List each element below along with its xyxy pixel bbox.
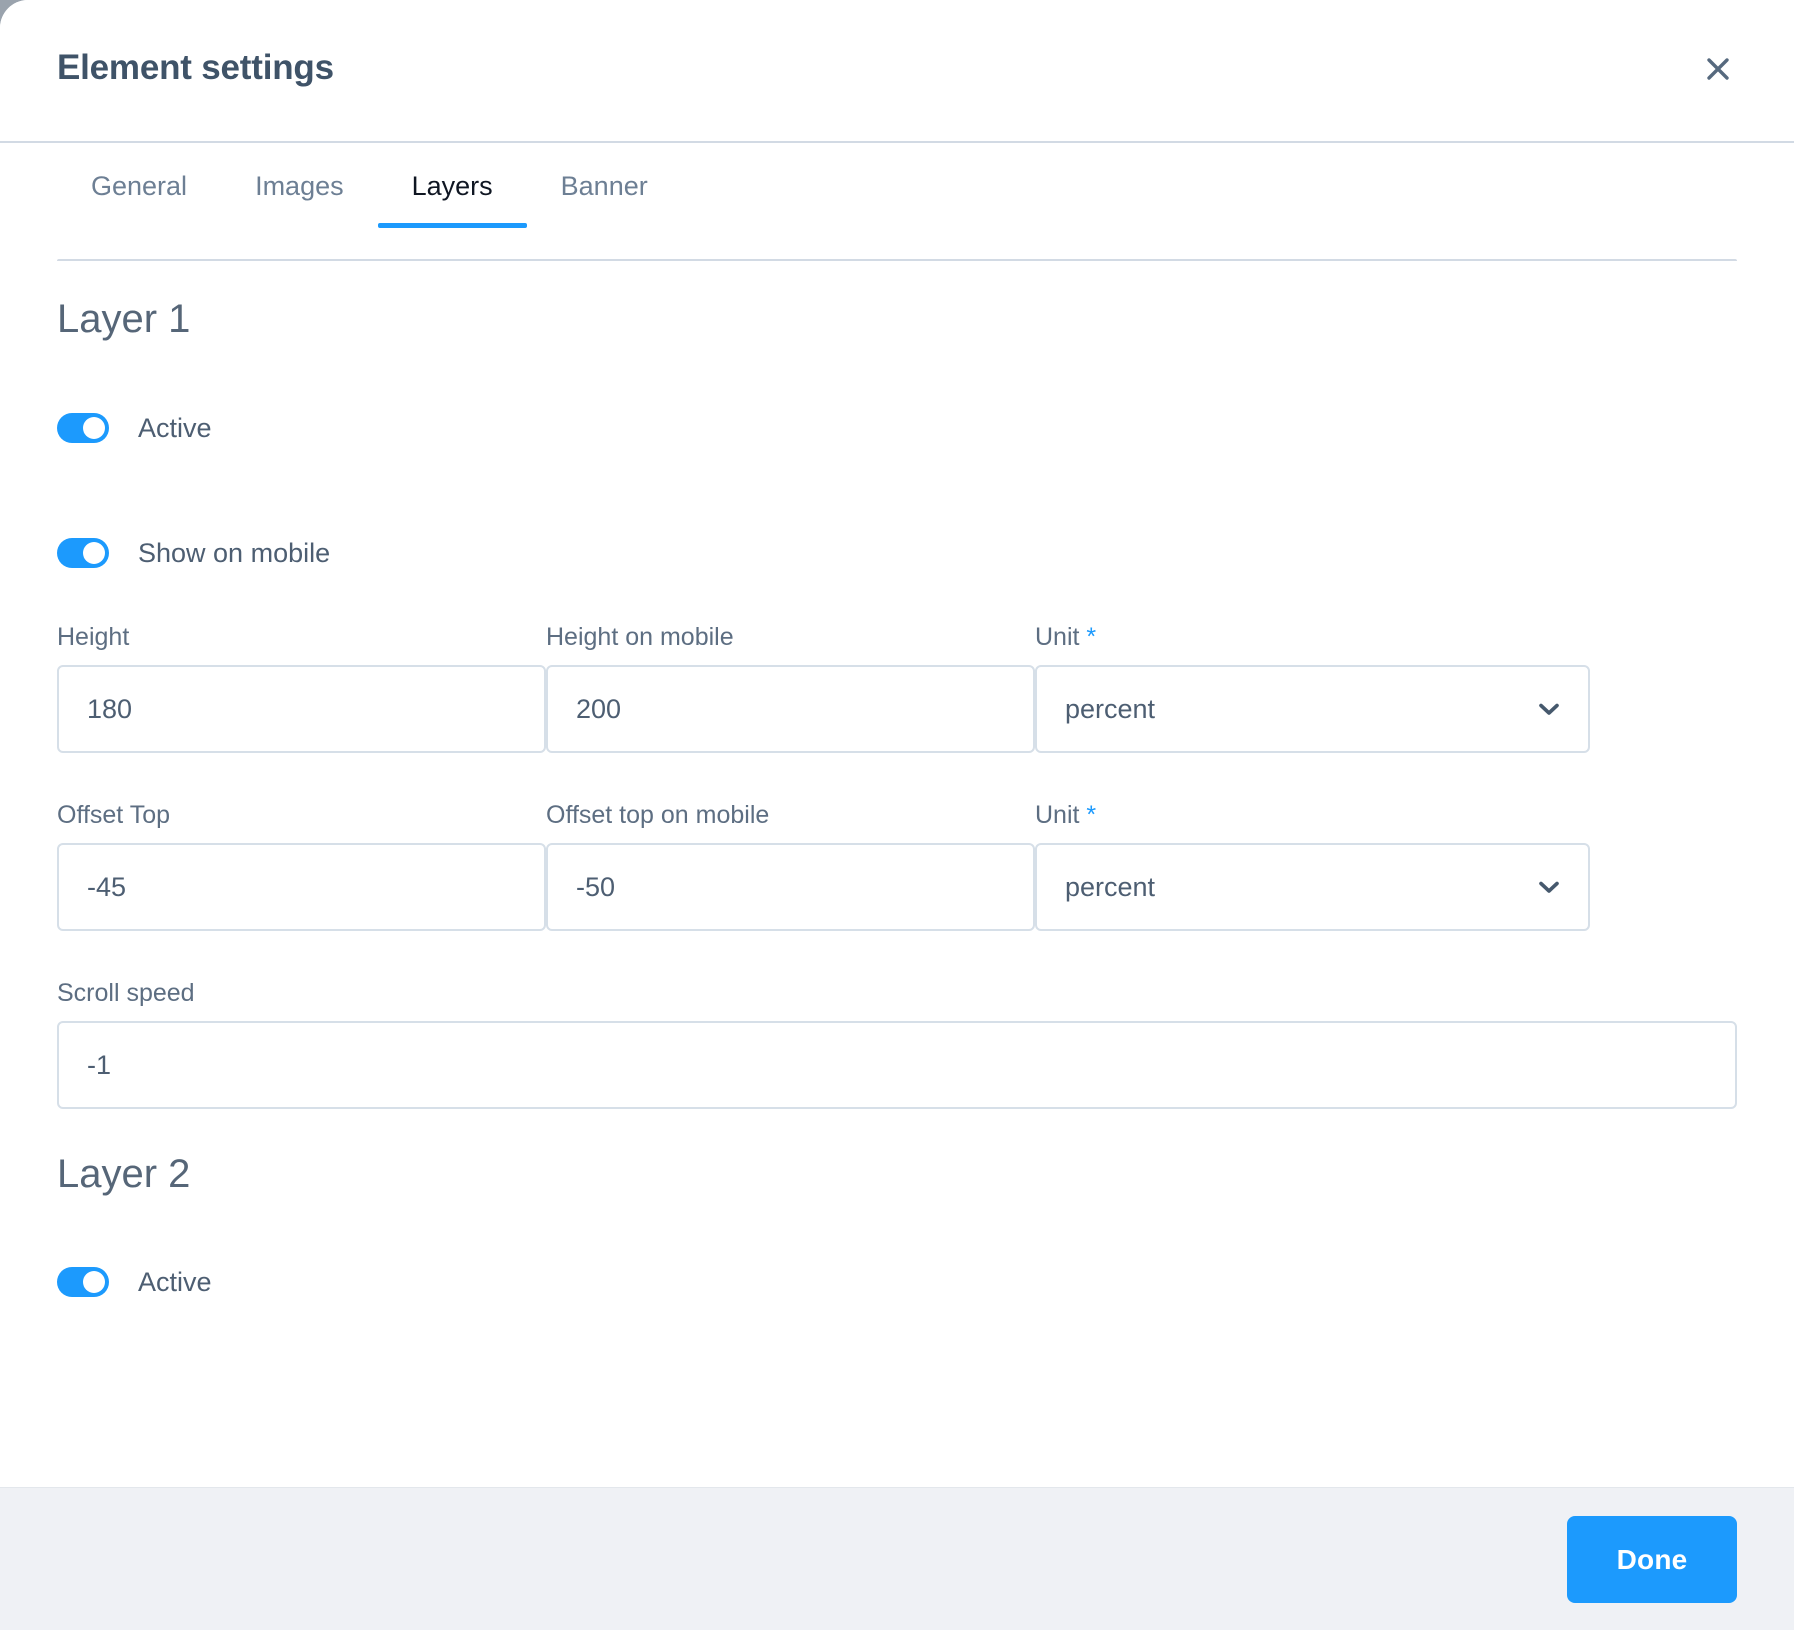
close-button[interactable] — [1694, 45, 1742, 93]
dialog-footer: Done — [0, 1487, 1794, 1630]
chevron-down-icon — [1536, 696, 1562, 722]
layer2-heading: Layer 2 — [57, 1152, 191, 1196]
offset-top-input[interactable]: -45 — [57, 843, 546, 931]
tab-images-label: Images — [255, 171, 344, 201]
height-input[interactable]: 180 — [57, 665, 546, 753]
offset-unit-field-group: Unit * percent — [1035, 803, 1590, 931]
height-unit-label: Unit * — [1035, 625, 1590, 650]
done-button[interactable]: Done — [1567, 1516, 1737, 1603]
offset-unit-label: Unit * — [1035, 803, 1590, 828]
layer2-active-row: Active — [57, 1267, 1737, 1297]
tab-general-label: General — [91, 171, 188, 201]
layer1-active-row: Active — [57, 413, 1737, 443]
offset-unit-required-marker: * — [1086, 801, 1097, 829]
scroll-speed-input[interactable]: -1 — [57, 1021, 1737, 1109]
element-settings-dialog: Element settings General Images Layers B… — [0, 0, 1794, 1630]
page-title: Element settings — [57, 48, 334, 87]
layer1-show-on-mobile-label: Show on mobile — [138, 537, 331, 568]
layer1-active-toggle[interactable] — [57, 413, 109, 443]
offset-field-row: Offset Top -45 Offset top on mobile -50 … — [57, 803, 1737, 931]
height-mobile-input[interactable]: 200 — [546, 665, 1035, 753]
dialog-body: Layer 1 Active Show on mobile Height 180… — [0, 261, 1794, 1487]
offset-unit-label-text: Unit — [1035, 801, 1080, 829]
height-field-row: Height 180 Height on mobile 200 Unit * p… — [57, 625, 1737, 753]
height-unit-value: percent — [1065, 693, 1156, 724]
height-unit-select[interactable]: percent — [1035, 665, 1590, 753]
scroll-speed-field-group: Scroll speed -1 — [57, 981, 1737, 1109]
height-label: Height — [57, 623, 130, 651]
tab-bar: General Images Layers Banner — [0, 143, 1794, 263]
layer1-active-label: Active — [138, 412, 212, 443]
close-icon — [1707, 58, 1729, 80]
offset-top-mobile-label: Offset top on mobile — [546, 801, 770, 829]
tab-banner[interactable]: Banner — [527, 173, 682, 228]
offset-top-mobile-field-group: Offset top on mobile -50 — [546, 803, 1035, 931]
layer2-active-toggle[interactable] — [57, 1267, 109, 1297]
layer1-heading: Layer 1 — [57, 297, 191, 341]
height-field-group: Height 180 — [57, 625, 546, 753]
offset-unit-value: percent — [1065, 871, 1156, 902]
tab-banner-label: Banner — [560, 171, 648, 201]
layer1-show-on-mobile-row: Show on mobile — [57, 538, 1737, 568]
layer1-show-on-mobile-toggle[interactable] — [57, 538, 109, 568]
height-mobile-label: Height on mobile — [546, 623, 734, 651]
offset-unit-select[interactable]: percent — [1035, 843, 1590, 931]
tab-layers-label: Layers — [411, 171, 493, 201]
tab-images[interactable]: Images — [221, 173, 378, 228]
dialog-header: Element settings — [0, 0, 1794, 143]
offset-top-label: Offset Top — [57, 801, 171, 829]
tab-general[interactable]: General — [57, 173, 221, 228]
height-mobile-field-group: Height on mobile 200 — [546, 625, 1035, 753]
offset-top-field-group: Offset Top -45 — [57, 803, 546, 931]
chevron-down-icon — [1536, 874, 1562, 900]
height-unit-required-marker: * — [1086, 623, 1097, 651]
offset-top-mobile-input[interactable]: -50 — [546, 843, 1035, 931]
tab-layers[interactable]: Layers — [377, 171, 527, 228]
height-unit-field-group: Unit * percent — [1035, 625, 1590, 753]
layer2-active-label: Active — [138, 1266, 212, 1297]
height-unit-label-text: Unit — [1035, 623, 1080, 651]
scroll-speed-label: Scroll speed — [57, 979, 195, 1007]
